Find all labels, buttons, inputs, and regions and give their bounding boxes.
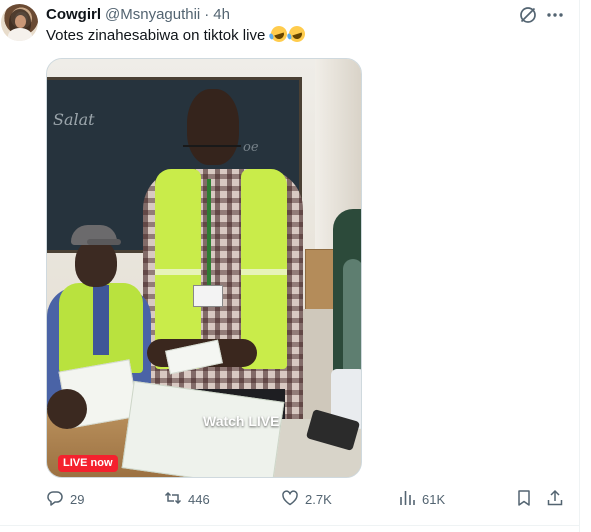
lanyard [207, 179, 211, 289]
action-bar: 29 446 2.7K 61K [0, 488, 579, 510]
view-count: 61K [422, 491, 446, 507]
bookmark-icon [515, 489, 533, 510]
avatar-body [8, 28, 32, 41]
tweet[interactable]: Cowgirl @Msnyaguthii · 4h Votes zinahesa… [0, 0, 579, 525]
analytics-icon [398, 489, 416, 510]
repost-button[interactable]: 446 [164, 488, 210, 510]
avatar[interactable] [1, 4, 38, 41]
reply-button[interactable]: 29 [46, 488, 84, 510]
separator-dot: · [204, 5, 210, 23]
cap-brim [87, 239, 121, 245]
tweet-divider [0, 525, 579, 526]
board-writing-2: oe [243, 140, 259, 155]
tweet-text: Votes zinahesabiwa on tiktok live [46, 23, 308, 46]
grok-icon[interactable] [518, 5, 538, 25]
vest-reflective-stripe [155, 269, 201, 275]
views-button[interactable]: 61K [398, 488, 445, 510]
like-count: 2.7K [305, 491, 332, 507]
tweet-header: Cowgirl @Msnyaguthii · 4h [46, 4, 230, 24]
rofl-emoji-icon [287, 23, 308, 45]
vest-reflective-stripe [241, 269, 287, 275]
avatar-face [15, 15, 26, 28]
glasses [183, 145, 241, 155]
column-divider [579, 0, 580, 532]
board-writing: Salat [53, 110, 95, 129]
id-badge [193, 285, 223, 307]
author-name[interactable]: Cowgirl [46, 6, 101, 23]
like-button[interactable]: 2.7K [281, 488, 332, 510]
author-handle[interactable]: @Msnyaguthii [105, 6, 200, 23]
share-button[interactable] [546, 488, 564, 510]
tweet-text-body: Votes zinahesabiwa on tiktok live [46, 27, 266, 44]
repost-count: 446 [188, 491, 210, 507]
media-video[interactable]: Salat oe Watch LIVE LIVE now [46, 58, 362, 478]
live-now-badge[interactable]: LIVE now [58, 455, 118, 472]
timestamp[interactable]: 4h [213, 6, 230, 23]
reply-icon [46, 489, 64, 510]
repost-icon [164, 489, 182, 510]
official-left-hands [47, 389, 87, 429]
heart-icon [281, 489, 299, 510]
watch-live-overlay: Watch LIVE [203, 413, 280, 429]
official-left-head [75, 239, 117, 287]
reply-count: 29 [70, 491, 85, 507]
more-options-icon[interactable] [545, 5, 565, 25]
share-icon [546, 489, 564, 510]
bookmark-button[interactable] [515, 488, 533, 510]
official-left-vest-opening [93, 285, 109, 355]
